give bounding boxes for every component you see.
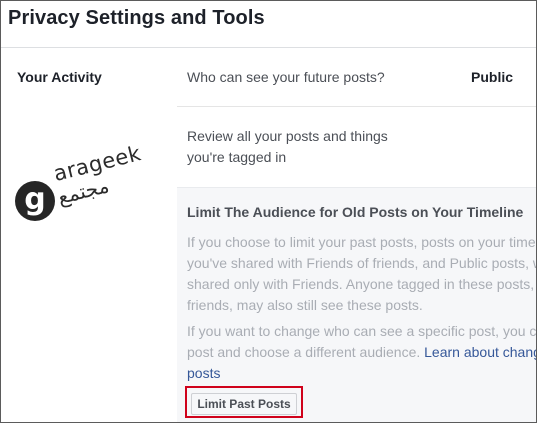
title-divider [1,47,536,48]
description-line: shared only with Friends. Anyone tagged … [187,276,536,292]
change-info-line1: If you want to change who can see a spec… [187,323,537,339]
row-divider [177,106,536,107]
learn-more-link-continued[interactable]: posts [187,365,220,381]
description-line: If you choose to limit your past posts, … [187,234,537,250]
page-title: Privacy Settings and Tools [8,7,265,29]
change-info-line2: post and choose a different audience. Le… [187,342,536,363]
future-posts-audience-value[interactable]: Public [471,69,513,85]
section-label-your-activity: Your Activity [17,69,102,85]
limit-old-posts-panel: Limit The Audience for Old Posts on Your… [177,187,536,422]
limit-panel-change-info: If you want to change who can see a spec… [187,321,537,384]
description-line: friends, may also still see these posts. [187,297,423,313]
arageek-watermark-logo: g arageek مجتمع [15,141,155,229]
limit-panel-title: Limit The Audience for Old Posts on Your… [187,204,524,220]
limit-past-posts-button[interactable]: Limit Past Posts [191,393,297,415]
logo-monogram: g [24,182,46,217]
privacy-settings-window: Privacy Settings and Tools Your Activity… [0,0,537,423]
learn-more-link[interactable]: Learn about changing old [424,344,536,360]
change-info-text: post and choose a different audience. [187,344,425,360]
review-posts-line2: you're tagged in [187,149,287,165]
future-posts-question[interactable]: Who can see your future posts? [187,69,385,85]
limit-panel-description: If you choose to limit your past posts, … [187,232,537,316]
review-posts-line1: Review all your posts and things [187,128,388,144]
description-line: you've shared with Friends of friends, a… [187,255,537,271]
review-posts-setting[interactable]: Review all your posts and things you're … [187,126,417,168]
change-info-line3: posts [187,363,536,384]
